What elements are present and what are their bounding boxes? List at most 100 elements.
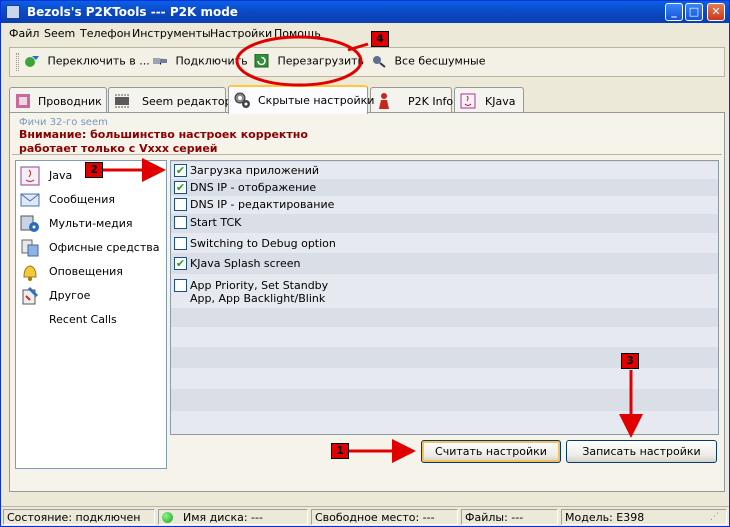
option-label: KJava Splash screen (190, 257, 301, 270)
write-settings-button[interactable]: Записать настройки (566, 440, 717, 463)
annotation-badge-3: 3 (621, 353, 639, 369)
category-list: Java Сообщения Мульти-медия Офисные сред… (15, 160, 167, 469)
option-row[interactable]: DNS IP - редактирование (171, 196, 718, 214)
menu-seem[interactable]: Seem (44, 27, 75, 40)
option-checkbox-checked[interactable]: ✔ (174, 181, 187, 194)
main-window: Bezols's P2KTools --- P2K mode _ □ ✕ Фай… (0, 0, 730, 527)
divider (12, 154, 722, 155)
option-label: DNS IP - редактирование (190, 198, 335, 211)
tab-kjava-label: KJava (485, 95, 516, 108)
option-row[interactable]: App Priority, Set Standby App, App Backl… (171, 274, 718, 308)
read-settings-button[interactable]: Считать настройки (421, 440, 561, 463)
option-label-line-1: App Priority, Set Standby (190, 279, 329, 292)
option-row-empty (171, 308, 718, 327)
option-checkbox-checked[interactable]: ✔ (174, 164, 187, 177)
toolbar-grip[interactable] (16, 53, 19, 71)
tab-p2k-info-label: P2K Info (408, 95, 454, 108)
annotation-badge-1: 1 (331, 443, 349, 459)
menu-help[interactable]: Помощь (274, 27, 321, 40)
option-label: Start TCK (190, 216, 242, 229)
menu-settings[interactable]: Настройки (210, 27, 272, 40)
option-checkbox[interactable] (174, 279, 187, 292)
option-checkbox-checked[interactable]: ✔ (174, 257, 187, 270)
java-icon (460, 93, 476, 109)
gears-icon (234, 92, 250, 108)
category-label: Мульти-медия (49, 217, 133, 230)
annotation-badge-4: 4 (371, 31, 389, 47)
status-disk: Имя диска: --- (183, 511, 263, 524)
option-label: Загрузка приложений (190, 164, 320, 177)
category-label: Сообщения (49, 193, 116, 206)
option-row-empty (171, 411, 718, 434)
office-icon (21, 239, 39, 257)
person-icon (379, 93, 389, 109)
connect-label: Подключить (175, 54, 248, 68)
option-row[interactable]: ✔ DNS IP - отображение (171, 179, 718, 196)
tab-strip: Проводник Seem редактор Скрытые настройк… (9, 85, 725, 114)
connection-led-icon (162, 512, 173, 523)
option-label-line-2: App, App Backlight/Blink (190, 292, 326, 305)
option-checkbox[interactable] (174, 237, 187, 250)
option-row[interactable]: ✔ Загрузка приложений (171, 162, 718, 179)
category-label: Офисные средства (49, 241, 160, 254)
option-label: Switching to Debug option (190, 237, 336, 250)
resize-grip-icon[interactable]: ⋰ (710, 512, 719, 522)
menu-file[interactable]: Файл (9, 27, 39, 40)
status-model-panel: Модель: E398 ⋰ (561, 509, 727, 525)
option-row-empty (171, 327, 718, 347)
multimedia-icon (20, 215, 39, 232)
option-row-empty (171, 368, 718, 389)
tab-kjava[interactable]: KJava (454, 87, 524, 113)
tab-seem-editor-label: Seem редактор (142, 95, 232, 108)
status-connection-panel: Состояние: подключен (3, 509, 155, 525)
status-free: Свободное место: --- (315, 511, 435, 524)
option-row-empty (171, 389, 718, 411)
explorer-icon (16, 94, 30, 108)
category-label: Оповещения (49, 265, 123, 278)
hidden-settings-page: Фичи 32-го seem Внимание: большинство на… (9, 112, 725, 492)
title-bar[interactable]: Bezols's P2KTools --- P2K mode _ □ ✕ (1, 1, 729, 23)
switch-mode-button[interactable]: Переключить в ... ▼ (24, 54, 163, 72)
connect-icon (153, 58, 167, 64)
annotation-badge-2: 2 (85, 162, 103, 178)
status-disk-panel: Имя диска: --- (158, 509, 308, 525)
status-free-panel: Свободное место: --- (311, 509, 458, 525)
tab-seem-editor[interactable]: Seem редактор (108, 87, 232, 113)
bell-icon (23, 265, 37, 281)
option-row[interactable]: ✔ KJava Splash screen (171, 253, 718, 274)
status-state: Состояние: подключен (7, 511, 141, 524)
tab-hidden-settings-label: Скрытые настройки (258, 94, 375, 107)
minimize-button[interactable]: _ (665, 3, 683, 21)
silent-icon (373, 56, 386, 68)
restart-button[interactable]: Перезагрузить (254, 54, 364, 72)
status-files-panel: Файлы: --- (461, 509, 558, 525)
option-row[interactable]: Start TCK (171, 214, 718, 233)
all-silent-label: Все бесшумные (394, 54, 486, 68)
chip-icon (115, 94, 129, 108)
option-checkbox[interactable] (174, 198, 187, 211)
switch-mode-icon (25, 56, 39, 67)
close-button[interactable]: ✕ (707, 3, 725, 21)
category-label: Recent Calls (49, 313, 117, 326)
option-label: DNS IP - отображение (190, 181, 317, 194)
connect-button[interactable]: Подключить (152, 54, 248, 72)
status-model: Модель: E398 (565, 511, 645, 524)
menu-bar: Файл Seem Телефон Инструменты Настройки … (1, 23, 729, 44)
tab-p2k-info[interactable]: P2K Info (370, 87, 454, 113)
toolbar: Переключить в ... ▼ Подключить Перезагру… (9, 47, 725, 77)
option-row[interactable]: Switching to Debug option (171, 233, 718, 253)
warning-line-1: Внимание: большинство настроек корректно (19, 128, 308, 141)
category-label: Java (49, 169, 73, 182)
menu-tools[interactable]: Инструменты (132, 27, 211, 40)
tab-explorer[interactable]: Проводник (9, 87, 107, 113)
option-checkbox[interactable] (174, 216, 187, 229)
options-panel: ✔ Загрузка приложений ✔ DNS IP - отображ… (170, 160, 719, 435)
switch-mode-label: Переключить в ... (47, 54, 150, 68)
java-app-icon (20, 166, 40, 186)
feature-group-label: Фичи 32-го seem (19, 117, 108, 128)
restart-icon (254, 54, 269, 68)
tab-hidden-settings[interactable]: Скрытые настройки (228, 85, 374, 114)
all-silent-button[interactable]: Все бесшумные (371, 54, 485, 72)
menu-phone[interactable]: Телефон (80, 27, 131, 40)
maximize-button[interactable]: □ (685, 3, 703, 21)
